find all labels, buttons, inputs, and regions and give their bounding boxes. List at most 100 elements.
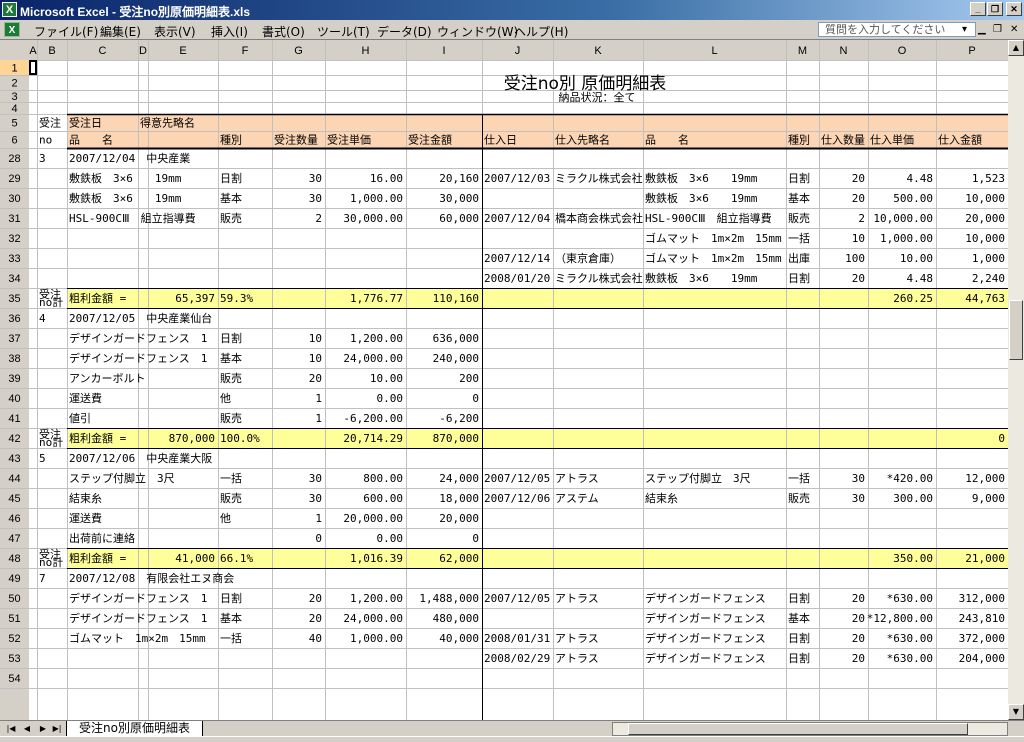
close-window-button[interactable]: ✕ xyxy=(1006,2,1022,16)
minimize-window-button[interactable]: _ xyxy=(970,2,986,16)
menu-data[interactable]: データ(D) xyxy=(377,23,432,40)
cell-f[interactable]: 66.1% xyxy=(220,552,253,565)
cell-p[interactable]: 312,000 xyxy=(959,592,1005,605)
cell-g[interactable]: 20 xyxy=(309,612,322,625)
cell-f[interactable]: 59.3% xyxy=(220,292,253,305)
cell-l[interactable]: デザインガードフェンス xyxy=(645,591,766,605)
cell-c[interactable]: 結束糸 xyxy=(69,491,102,505)
cell-i[interactable]: 110,160 xyxy=(433,292,479,305)
row-header[interactable]: 39 xyxy=(8,373,20,385)
cell-k[interactable]: ミラクル株式会社 xyxy=(555,271,643,285)
cell-j[interactable]: 2007/12/14 xyxy=(484,252,551,265)
cell-m[interactable]: 日割 xyxy=(788,591,810,605)
cell-k[interactable]: 仕入先略名 xyxy=(555,133,610,147)
cell-f[interactable]: 日割 xyxy=(220,331,242,345)
grid-canvas[interactable]: A B C D E F G H I J K L M N O P123456282930313233343536… xyxy=(0,40,1008,720)
cell-h[interactable]: 30,000.00 xyxy=(343,212,403,225)
cell-f[interactable]: 販売 xyxy=(220,412,242,425)
cell-p[interactable]: 21,000 xyxy=(965,552,1005,565)
prev-sheet-icon[interactable]: ◀ xyxy=(20,723,34,735)
cell-m[interactable]: 販売 xyxy=(788,212,810,225)
column-header[interactable]: C xyxy=(99,45,107,57)
row-header[interactable]: 44 xyxy=(8,473,20,485)
row-header[interactable]: 48 xyxy=(8,553,20,565)
cell-o[interactable]: 4.48 xyxy=(907,272,934,285)
cell-l[interactable]: 結束糸 xyxy=(645,491,678,505)
cell-p[interactable]: 0 xyxy=(998,432,1005,445)
cell-n[interactable]: 20 xyxy=(852,272,865,285)
cell-f[interactable]: 基本 xyxy=(220,611,242,625)
cell-b[interactable]: no計 xyxy=(39,555,63,569)
cell-j[interactable]: 2007/12/05 xyxy=(484,592,550,605)
cell-o[interactable]: 仕入単価 xyxy=(870,133,914,147)
excel-app-icon[interactable]: X xyxy=(2,2,17,17)
row-header[interactable]: 54 xyxy=(8,673,20,685)
row-header[interactable]: 40 xyxy=(8,393,20,405)
cell-i[interactable]: 60,000 xyxy=(439,212,479,225)
cell-p[interactable]: 1,000 xyxy=(972,252,1005,265)
last-sheet-icon[interactable]: ▶| xyxy=(50,723,64,735)
cell-h[interactable]: 1,016.39 xyxy=(350,552,403,565)
row-header[interactable]: 49 xyxy=(8,573,20,585)
cell-h[interactable]: 1,000.00 xyxy=(350,632,403,645)
column-header[interactable]: A xyxy=(29,45,37,57)
cell-p[interactable]: 仕入金額 xyxy=(938,133,982,147)
workbook-minimize-button[interactable]: ▁ xyxy=(978,23,986,36)
row-header[interactable]: 2 xyxy=(11,78,17,90)
row-header[interactable]: 37 xyxy=(8,333,20,345)
menu-window[interactable]: ウィンドウ(W) xyxy=(437,23,518,40)
cell-i[interactable]: 40,000 xyxy=(439,632,479,645)
row-header[interactable]: 47 xyxy=(8,533,20,545)
row-header[interactable]: 53 xyxy=(8,653,20,665)
cell-l[interactable]: 品 名 xyxy=(645,133,689,147)
cell-f[interactable]: 基本 xyxy=(220,191,242,205)
cell-i[interactable]: 1,488,000 xyxy=(419,592,479,605)
menu-help[interactable]: ヘルプ(H) xyxy=(514,23,568,40)
column-header[interactable]: I xyxy=(442,45,445,57)
cell-l[interactable]: デザインガードフェンス xyxy=(645,631,766,645)
cell-n[interactable]: 2 xyxy=(858,212,865,225)
cell-g[interactable]: 10 xyxy=(309,352,322,365)
cell-b[interactable]: no計 xyxy=(39,435,63,449)
cell-p[interactable]: 1,523 xyxy=(972,172,1005,185)
cell-f[interactable]: 他 xyxy=(220,392,231,405)
column-header[interactable]: O xyxy=(898,45,907,57)
cell-b[interactable]: 3 xyxy=(39,152,46,165)
cell-c[interactable]: HSL-900CⅢ 組立指導費 xyxy=(69,211,196,225)
cell-j[interactable]: 仕入日 xyxy=(484,134,517,147)
row-header[interactable]: 3 xyxy=(11,91,17,103)
cell-m[interactable]: 販売 xyxy=(788,492,810,505)
row-header[interactable]: 4 xyxy=(11,103,17,115)
cell-c[interactable]: 値引 xyxy=(69,411,91,425)
menu-edit[interactable]: 編集(E) xyxy=(100,23,141,40)
cell-o[interactable]: 350.00 xyxy=(893,552,933,565)
cell-j[interactable]: 2007/12/03 xyxy=(484,172,550,185)
cell-n[interactable]: 30 xyxy=(852,492,865,505)
cell-f[interactable]: 基本 xyxy=(220,351,242,365)
row-header[interactable]: 46 xyxy=(8,513,20,525)
cell-f[interactable]: 一括 xyxy=(220,631,242,645)
cell-n[interactable]: 20 xyxy=(852,192,865,205)
cell-g[interactable]: 40 xyxy=(309,632,322,645)
cell-n[interactable]: 100 xyxy=(845,252,865,265)
cell-h[interactable]: 受注単価 xyxy=(327,133,371,147)
cell-c[interactable]: 運送費 xyxy=(69,511,102,525)
menu-file[interactable]: ファイル(F) xyxy=(34,23,98,40)
cell-k[interactable]: アトラス xyxy=(555,652,599,665)
cell-g[interactable]: 1 xyxy=(315,412,322,425)
menu-tools[interactable]: ツール(T) xyxy=(317,23,370,40)
cell-o[interactable]: 10,000.00 xyxy=(873,212,933,225)
cell-n[interactable]: 仕入数量 xyxy=(821,134,865,147)
cell-n[interactable]: 30 xyxy=(852,472,865,485)
cell-f[interactable]: 100.0% xyxy=(220,432,260,445)
column-header[interactable]: M xyxy=(798,45,807,57)
cell-h[interactable]: 0.00 xyxy=(377,532,404,545)
cell-i[interactable]: 18,000 xyxy=(439,492,479,505)
cell-i[interactable]: 480,000 xyxy=(433,612,479,625)
column-header[interactable]: G xyxy=(294,45,303,57)
cell-h[interactable]: 20,000.00 xyxy=(343,512,403,525)
cell-g[interactable]: 1 xyxy=(315,392,322,405)
row-header[interactable]: 36 xyxy=(8,313,20,325)
cell-g[interactable]: 30 xyxy=(309,172,322,185)
cell-j[interactable]: 2008/02/29 xyxy=(484,652,550,665)
